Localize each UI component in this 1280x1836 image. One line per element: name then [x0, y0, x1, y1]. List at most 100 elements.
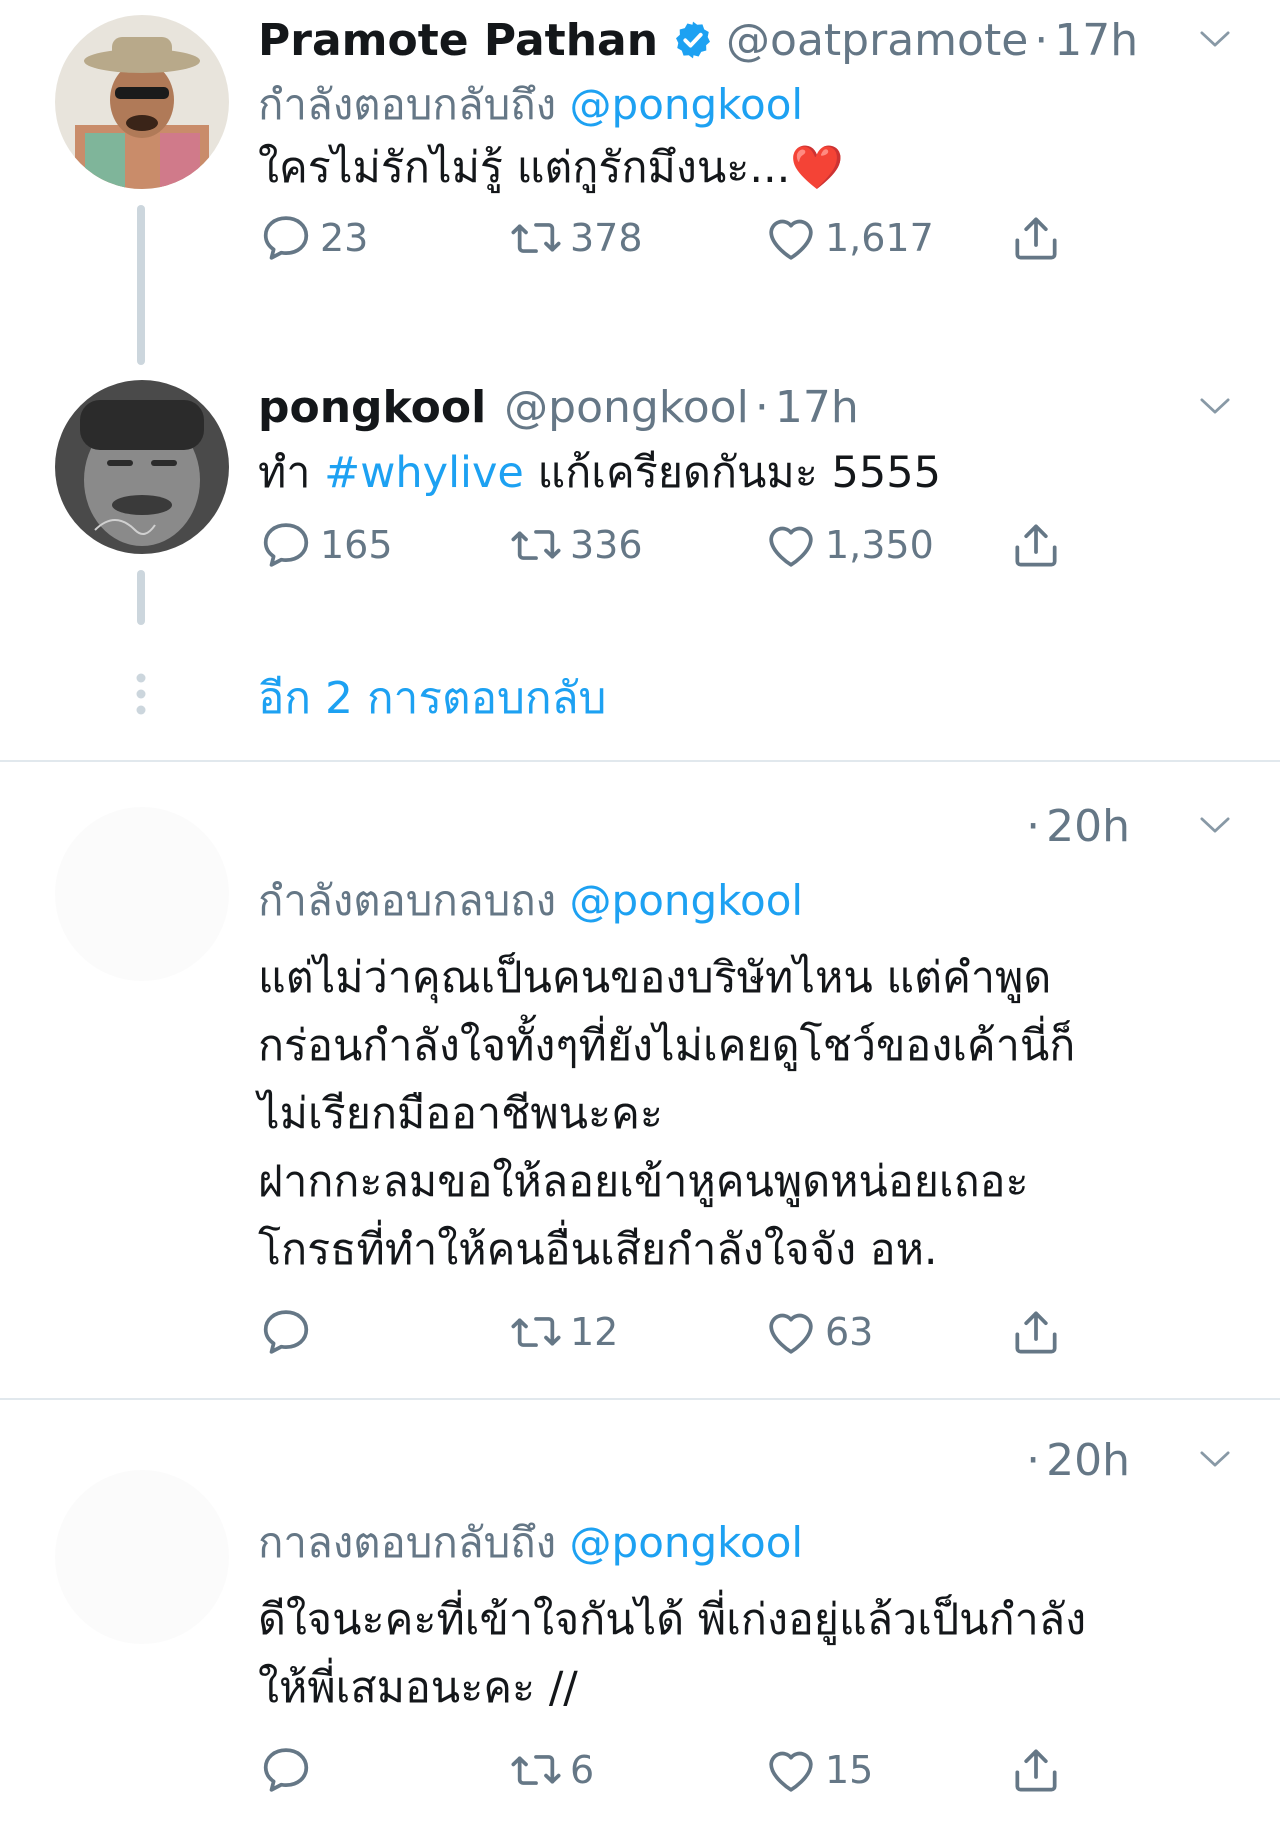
reply-button[interactable]: [258, 1302, 320, 1362]
reply-count: 165: [320, 523, 393, 567]
tweet-header: Pramote Pathan @oatpramote · 17h: [258, 10, 1220, 70]
retweet-icon: [508, 517, 564, 573]
replying-to: กำลังตอบกลบถง @pongkool: [258, 868, 803, 934]
tweet-text: ดีใจนะคะที่เข้าใจกันได้ พี่เก่งอยู่แล้วเ…: [258, 1586, 1218, 1722]
chevron-down-icon[interactable]: [1194, 1438, 1236, 1480]
like-button[interactable]: 63: [763, 1302, 873, 1362]
like-icon: [763, 210, 819, 266]
retweet-icon: [508, 1304, 564, 1360]
like-icon: [763, 1304, 819, 1360]
heart-emoji: ❤️: [790, 143, 844, 193]
tweet-2[interactable]: pongkool @pongkool · 17h ทำ #whylive แก้…: [0, 365, 1280, 760]
share-icon: [1008, 210, 1064, 266]
retweet-button[interactable]: 12: [508, 1302, 618, 1362]
user-handle[interactable]: @pongkool: [504, 382, 749, 433]
action-bar: 12 63: [258, 1302, 1098, 1362]
tweet-text: ทำ #whylive แก้เครียดกันมะ 5555: [258, 439, 1218, 507]
retweet-count: 378: [570, 216, 643, 260]
tweet-text: ใครไม่รักไม่รู้ แต่กูรักมึงนะ...❤️: [258, 134, 1218, 202]
action-bar: 165 336 1,350: [258, 515, 1098, 575]
retweet-count: 6: [570, 1748, 595, 1792]
replying-mention-link[interactable]: @pongkool: [570, 80, 804, 129]
tweet-1[interactable]: Pramote Pathan @oatpramote · 17h กำลังตอ…: [0, 0, 1280, 365]
hashtag-link[interactable]: #whylive: [324, 448, 524, 498]
retweet-icon: [508, 1742, 564, 1798]
tweet-text-line: แต่ไม่ว่าคุณเป็นคนของบริษัทไหน แต่คำพูด: [258, 953, 1052, 1003]
replying-mention-link[interactable]: @pongkool: [570, 876, 804, 925]
share-button[interactable]: [1008, 1302, 1070, 1362]
replying-label: กาลงตอบกลับถึง: [258, 1518, 557, 1567]
like-icon: [763, 1742, 819, 1798]
like-button[interactable]: 1,350: [763, 515, 934, 575]
user-handle[interactable]: @oatpramote: [726, 15, 1028, 66]
like-button[interactable]: 15: [763, 1740, 873, 1800]
display-name[interactable]: Pramote Pathan: [258, 15, 658, 66]
tweet-text-line: โกรธที่ทำให้คนอื่นเสียกำลังใจจัง อห.: [258, 1225, 938, 1275]
replying-mention-link[interactable]: @pongkool: [570, 1518, 804, 1567]
avatar[interactable]: [55, 807, 229, 981]
retweet-count: 12: [570, 1310, 619, 1354]
thread-line: [137, 570, 145, 625]
replying-to: กำลังตอบกลับถึง @pongkool: [258, 72, 803, 138]
reply-button[interactable]: [258, 1740, 320, 1800]
tweet-3[interactable]: · 20h กำลังตอบกลบถง @pongkool แต่ไม่ว่าค…: [0, 762, 1280, 1392]
like-icon: [763, 517, 819, 573]
like-button[interactable]: 1,617: [763, 208, 934, 268]
share-button[interactable]: [1008, 1740, 1070, 1800]
chevron-down-icon[interactable]: [1194, 804, 1236, 846]
retweet-button[interactable]: 336: [508, 515, 643, 575]
tweet-text-line: ดีใจนะคะที่เข้าใจกันได้ พี่เก่งอยู่แล้วเ…: [258, 1595, 1087, 1645]
action-bar: 6 15: [258, 1740, 1098, 1800]
timestamp[interactable]: 17h: [775, 382, 859, 433]
separator-dot: ·: [1034, 14, 1049, 66]
separator-dot: ·: [754, 381, 769, 433]
tweet-header: · 20h: [258, 796, 1220, 856]
timestamp[interactable]: 17h: [1054, 15, 1138, 66]
replying-to: กาลงตอบกลับถึง @pongkool: [258, 1510, 803, 1576]
share-button[interactable]: [1008, 208, 1070, 268]
tweet-text-line: ไม่เรียกมืออาชีพนะคะ: [258, 1089, 664, 1139]
retweet-button[interactable]: 6: [508, 1740, 594, 1800]
tweet-4[interactable]: · 20h กาลงตอบกลับถึง @pongkool ดีใจนะคะท…: [0, 1400, 1280, 1836]
tweet-text-line: กร่อนกำลังใจทั้งๆที่ยังไม่เคยดูโชว์ของเค…: [258, 1021, 1076, 1071]
thread-line: [137, 205, 145, 365]
reply-icon: [258, 517, 314, 573]
tweet-text-suffix: แก้เครียดกันมะ 5555: [537, 448, 941, 498]
tweet-text-content: ใครไม่รักไม่รู้ แต่กูรักมึงนะ...: [258, 143, 791, 193]
reply-button[interactable]: 165: [258, 515, 393, 575]
tweet-text-line: ให้พี่เสมอนะคะ //: [258, 1663, 578, 1713]
replying-label: กำลังตอบกลับถึง: [258, 80, 557, 129]
tweet-header: · 20h: [258, 1430, 1220, 1490]
share-icon: [1008, 517, 1064, 573]
reply-icon: [258, 1304, 314, 1360]
tweet-text-prefix: ทำ: [258, 448, 311, 498]
more-dots-icon: [136, 673, 146, 715]
chevron-down-icon[interactable]: [1194, 385, 1236, 427]
share-icon: [1008, 1742, 1064, 1798]
replying-label: กำลังตอบกลบถง: [258, 876, 557, 925]
retweet-count: 336: [570, 523, 643, 567]
retweet-button[interactable]: 378: [508, 208, 643, 268]
reply-icon: [258, 1742, 314, 1798]
chevron-down-icon[interactable]: [1194, 18, 1236, 60]
tweet-text-line: ฝากกะลมขอให้ลอยเข้าหูคนพูดหน่อยเถอะ: [258, 1157, 1029, 1207]
reply-count: 23: [320, 216, 369, 260]
verified-badge-icon: [676, 21, 711, 59]
like-count: 1,617: [825, 216, 934, 260]
timestamp[interactable]: 20h: [1046, 1435, 1130, 1486]
tweet-text: แต่ไม่ว่าคุณเป็นคนของบริษัทไหน แต่คำพูด …: [258, 944, 1218, 1284]
separator-dot: ·: [1026, 1434, 1041, 1486]
share-button[interactable]: [1008, 515, 1070, 575]
avatar[interactable]: [55, 380, 229, 554]
share-icon: [1008, 1304, 1064, 1360]
retweet-icon: [508, 210, 564, 266]
display-name[interactable]: pongkool: [258, 382, 486, 433]
timestamp[interactable]: 20h: [1046, 801, 1130, 852]
show-more-replies-link[interactable]: อีก 2 การตอบกลับ: [258, 663, 606, 733]
separator-dot: ·: [1026, 800, 1041, 852]
avatar[interactable]: [55, 1470, 229, 1644]
avatar[interactable]: [55, 15, 229, 189]
reply-button[interactable]: 23: [258, 208, 368, 268]
like-count: 15: [825, 1748, 874, 1792]
action-bar: 23 378 1,617: [258, 208, 1098, 268]
